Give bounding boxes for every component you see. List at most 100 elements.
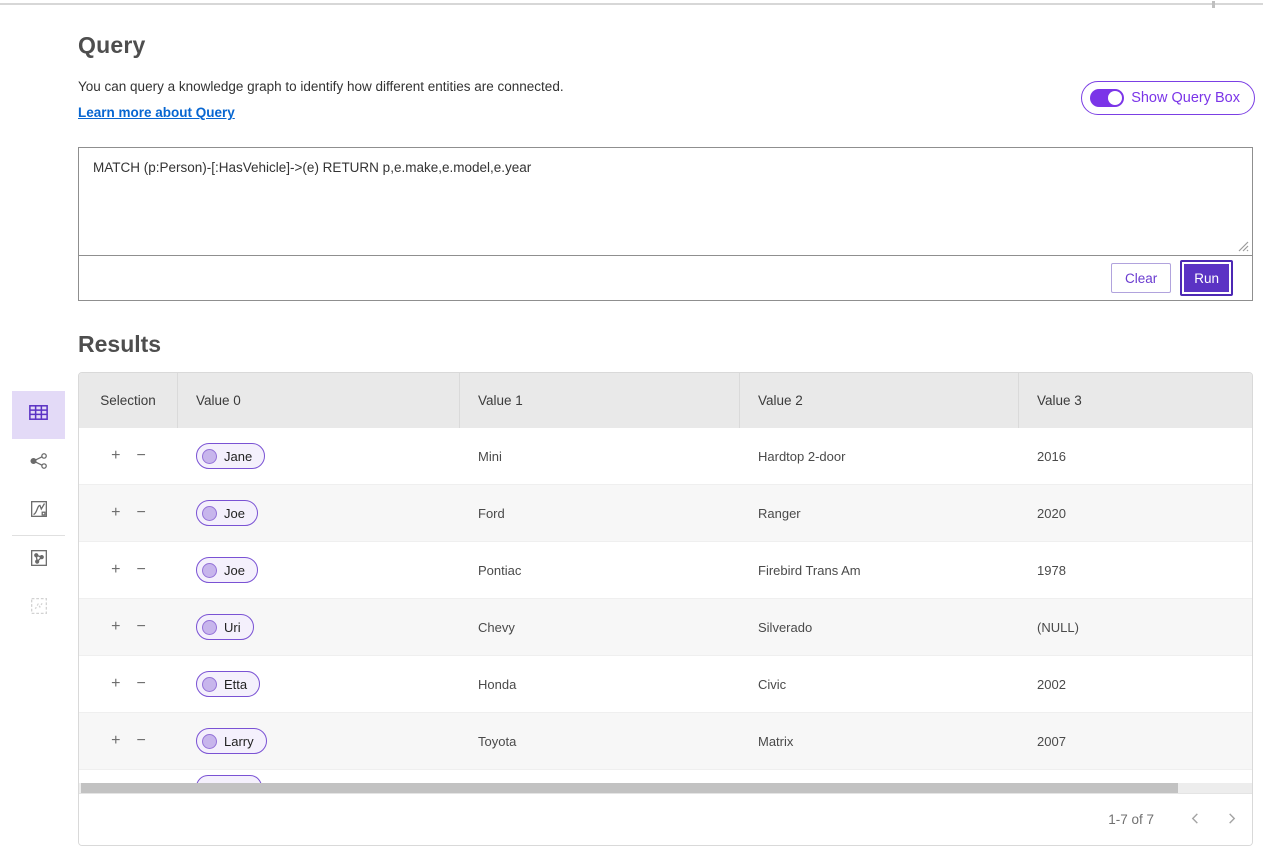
entity-pill[interactable]: Joe: [196, 500, 258, 526]
entity-node-icon: [202, 734, 217, 749]
pagination-prev-button[interactable]: [1180, 805, 1210, 835]
remove-from-selection-button[interactable]: −: [137, 448, 146, 464]
learn-more-link[interactable]: Learn more about Query: [78, 105, 235, 120]
table-header-row: Selection Value 0 Value 1 Value 2 Value …: [79, 373, 1252, 428]
table-row: + − Larry Toyota Matrix 2007: [79, 713, 1252, 770]
query-textarea[interactable]: MATCH (p:Person)-[:HasVehicle]->(e) RETU…: [79, 148, 1252, 256]
sidebar-item-chart-view[interactable]: [12, 487, 65, 535]
chevron-right-icon: [1226, 812, 1237, 827]
value3-cell: 2020: [1019, 485, 1252, 541]
resize-grip-icon[interactable]: [1236, 239, 1249, 257]
sidebar-item-selection-view[interactable]: [12, 584, 65, 632]
value3-cell: (NULL): [1019, 599, 1252, 655]
entity-name: Jane: [224, 449, 252, 464]
value2-cell: Silverado: [740, 599, 1019, 655]
table-row: + − Jane Mini Hardtop 2-door 2016: [79, 428, 1252, 485]
entity-node-icon: [202, 449, 217, 464]
horizontal-scrollbar-thumb[interactable]: [81, 783, 1178, 793]
table-footer: 1-7 of 7: [79, 793, 1252, 845]
selection-cell: + −: [79, 599, 178, 655]
dashed-box-icon: [28, 595, 50, 622]
entity-name: Larry: [224, 734, 254, 749]
pagination-next-button[interactable]: [1216, 805, 1246, 835]
value0-cell: Joe: [178, 485, 460, 541]
sidebar-item-network-view[interactable]: [12, 439, 65, 487]
remove-from-selection-button[interactable]: −: [137, 676, 146, 692]
horizontal-scrollbar[interactable]: [79, 783, 1252, 793]
value0-cell: Etta: [178, 656, 460, 712]
page-title: Query: [78, 32, 1253, 59]
remove-from-selection-button[interactable]: −: [137, 733, 146, 749]
table-row: + − Etta Honda Civic 2002: [79, 656, 1252, 713]
entity-pill[interactable]: Uri: [196, 614, 254, 640]
graph-box-icon: [28, 547, 50, 574]
results-table-card: Selection Value 0 Value 1 Value 2 Value …: [78, 372, 1253, 846]
add-to-selection-button[interactable]: +: [111, 619, 120, 635]
selection-cell: + −: [79, 542, 178, 598]
value0-cell: Larry: [178, 713, 460, 769]
value2-cell: Civic: [740, 656, 1019, 712]
table-row: + − Joe Pontiac Firebird Trans Am 1978: [79, 542, 1252, 599]
add-to-selection-button[interactable]: +: [111, 505, 120, 521]
value1-cell: Toyota: [460, 713, 740, 769]
column-header-value2: Value 2: [740, 373, 1019, 428]
value2-cell: Matrix: [740, 713, 1019, 769]
page-description: You can query a knowledge graph to ident…: [78, 79, 1253, 94]
value1-cell: Mini: [460, 428, 740, 484]
sidebar-item-table-view[interactable]: [12, 391, 65, 439]
entity-pill[interactable]: Jane: [196, 443, 265, 469]
value2-cell: Hardtop 2-door: [740, 428, 1019, 484]
value0-cell: [178, 770, 1252, 783]
query-actions: Clear Run: [79, 256, 1252, 300]
entity-pill[interactable]: [196, 775, 262, 783]
network-icon: [28, 450, 50, 477]
toggle-switch-icon[interactable]: [1090, 89, 1124, 107]
entity-pill[interactable]: Etta: [196, 671, 260, 697]
value3-cell: 1978: [1019, 542, 1252, 598]
add-to-selection-button[interactable]: +: [111, 562, 120, 578]
table-row-partial: [79, 770, 1252, 783]
entity-pill[interactable]: Joe: [196, 557, 258, 583]
remove-from-selection-button[interactable]: −: [137, 505, 146, 521]
entity-node-icon: [202, 506, 217, 521]
entity-name: Joe: [224, 563, 245, 578]
clear-button[interactable]: Clear: [1111, 263, 1171, 293]
remove-from-selection-button[interactable]: −: [137, 562, 146, 578]
entity-node-icon: [202, 677, 217, 692]
column-header-value3: Value 3: [1019, 373, 1252, 428]
run-button[interactable]: Run: [1180, 260, 1233, 296]
sidebar-item-graph-view[interactable]: [12, 536, 65, 584]
entity-name: Etta: [224, 677, 247, 692]
value0-cell: Joe: [178, 542, 460, 598]
add-to-selection-button[interactable]: +: [111, 733, 120, 749]
pagination-range: 1-7 of 7: [1108, 812, 1154, 827]
table-icon: [27, 401, 50, 429]
entity-pill[interactable]: Larry: [196, 728, 267, 754]
selection-cell: + −: [79, 656, 178, 712]
entity-name: Joe: [224, 506, 245, 521]
value1-cell: Chevy: [460, 599, 740, 655]
value1-cell: Honda: [460, 656, 740, 712]
add-to-selection-button[interactable]: +: [111, 676, 120, 692]
value3-cell: 2002: [1019, 656, 1252, 712]
value2-cell: Ranger: [740, 485, 1019, 541]
value3-cell: 2016: [1019, 428, 1252, 484]
line-chart-icon: [28, 498, 50, 525]
query-box: MATCH (p:Person)-[:HasVehicle]->(e) RETU…: [78, 147, 1253, 301]
add-to-selection-button[interactable]: +: [111, 448, 120, 464]
remove-from-selection-button[interactable]: −: [137, 619, 146, 635]
toggle-knob: [1108, 91, 1122, 105]
value1-cell: Ford: [460, 485, 740, 541]
chevron-left-icon: [1190, 812, 1201, 827]
value3-cell: 2007: [1019, 713, 1252, 769]
selection-cell: + −: [79, 713, 178, 769]
column-header-value0: Value 0: [178, 373, 460, 428]
value0-cell: Uri: [178, 599, 460, 655]
top-scroll-tick: [1212, 1, 1215, 8]
results-title: Results: [78, 331, 1253, 358]
selection-cell: + −: [79, 428, 178, 484]
content-area: Query You can query a knowledge graph to…: [78, 32, 1253, 846]
selection-cell: + −: [79, 485, 178, 541]
top-divider: [0, 3, 1263, 5]
show-query-box-toggle[interactable]: Show Query Box: [1081, 81, 1255, 115]
